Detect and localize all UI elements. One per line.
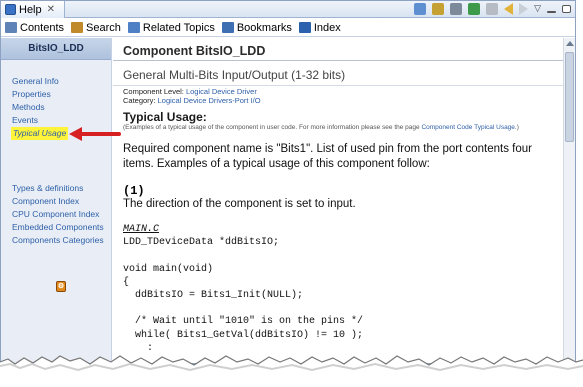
- index-label: Index: [313, 21, 341, 34]
- help-tab[interactable]: Help ✕: [1, 1, 65, 18]
- arrow-head-icon: [69, 127, 82, 141]
- code-line: ddBitsIO = Bits1_Init(NULL);: [123, 290, 304, 302]
- code-line: {: [123, 276, 130, 288]
- code-line: while( Bits1_GetVal(ddBitsIO) != 10 );: [123, 329, 364, 341]
- contents-icon: [5, 22, 17, 33]
- arrow-shaft: [79, 132, 121, 136]
- back-arrow-icon[interactable]: [504, 3, 514, 15]
- index-icon: [298, 22, 311, 33]
- help-tab-label: Help: [19, 3, 42, 16]
- page-title: Component BitsIO_LDD: [123, 44, 266, 58]
- search-label: Search: [86, 21, 121, 34]
- category-link[interactable]: Logical Device Drivers-Port I/O: [158, 96, 261, 105]
- component-category: Category: Logical Device Drivers-Port I/…: [123, 96, 261, 105]
- search-icon: [71, 22, 84, 33]
- subtitle-divider: [113, 85, 565, 86]
- category-label: Category:: [123, 96, 156, 105]
- section-note: (Examples of a typical usage of the comp…: [123, 124, 519, 131]
- contents-link[interactable]: Contents: [5, 22, 64, 34]
- section-note-text: (Examples of a typical usage of the comp…: [123, 124, 422, 131]
- help-content: Component BitsIO_LDD General Multi-Bits …: [113, 38, 565, 363]
- sidebar-item-properties[interactable]: Properties: [12, 88, 68, 101]
- torn-edge: [0, 355, 583, 387]
- code-file-name: MAIN.C: [123, 224, 160, 235]
- edit-icon[interactable]: [486, 3, 499, 15]
- bookmarks-label: Bookmarks: [236, 21, 292, 34]
- sidebar-item-components-categories[interactable]: Components Categories: [12, 234, 104, 247]
- scroll-up-icon[interactable]: [566, 41, 574, 46]
- related-topics-link[interactable]: Related Topics: [127, 21, 215, 34]
- minimize-icon[interactable]: [547, 10, 556, 13]
- forward-arrow-icon[interactable]: [519, 3, 529, 15]
- contents-label: Contents: [20, 21, 65, 34]
- component-badge-icon[interactable]: ⚙: [56, 281, 66, 292]
- sidebar-item-methods[interactable]: Methods: [12, 101, 68, 114]
- component-level: Component Level: Logical Device Driver: [123, 87, 257, 96]
- related-topics-label: Related Topics: [142, 21, 215, 34]
- sidebar-item-types-definitions[interactable]: Types & definitions: [12, 182, 104, 195]
- usage-paragraph: Required component name is "Bits1". List…: [123, 143, 532, 170]
- sidebar-item-component-index[interactable]: Component Index: [12, 195, 104, 208]
- example-number: (1): [123, 184, 145, 198]
- component-level-link[interactable]: Logical Device Driver: [186, 87, 257, 96]
- help-view: Help ✕ ▽ Contents Search Related Topics: [0, 0, 576, 364]
- view-toolbar: ▽: [414, 3, 571, 15]
- sidebar-section-list: General Info Properties Methods Events T…: [11, 75, 69, 140]
- example-description: The direction of the component is set to…: [123, 198, 356, 210]
- close-icon[interactable]: ✕: [47, 4, 55, 15]
- bookmarks-icon: [221, 22, 234, 33]
- related-topics-icon: [127, 22, 140, 33]
- component-sidebar: BitsIO_LDD General Info Properties Metho…: [1, 38, 112, 363]
- settings-icon[interactable]: [432, 3, 445, 15]
- sidebar-index-list: Types & definitions Component Index CPU …: [12, 182, 104, 247]
- scrollbar-thumb[interactable]: [565, 52, 574, 142]
- sidebar-item-general-info[interactable]: General Info: [12, 75, 68, 88]
- view-tab-row: Help ✕ ▽: [1, 1, 575, 18]
- sidebar-item-events[interactable]: Events: [12, 114, 68, 127]
- sync-toc-icon[interactable]: [414, 3, 427, 15]
- code-line: /* Wait until "1010" is on the pins */: [123, 316, 364, 328]
- section-note-end: .): [514, 124, 519, 131]
- vertical-scrollbar[interactable]: [563, 38, 575, 363]
- maximize-icon[interactable]: [562, 5, 571, 13]
- view-menu-icon[interactable]: ▽: [534, 3, 541, 15]
- code-block: MAIN.C LDD_TDeviceData *ddBitsIO; void m…: [123, 223, 363, 355]
- sidebar-item-cpu-component-index[interactable]: CPU Component Index: [12, 208, 104, 221]
- code-line: void main(void): [123, 263, 214, 275]
- section-title: Typical Usage:: [123, 110, 207, 124]
- code-typical-usage-link[interactable]: Component Code Typical Usage: [421, 124, 514, 131]
- index-link[interactable]: Index: [298, 21, 341, 34]
- code-line: LDD_TDeviceData *ddBitsIO;: [123, 237, 280, 249]
- highlight-icon[interactable]: [468, 3, 481, 15]
- sidebar-item-embedded-components[interactable]: Embedded Components: [12, 221, 104, 234]
- help-icon: [5, 4, 16, 15]
- bookmarks-link[interactable]: Bookmarks: [221, 21, 292, 34]
- help-nav-toolbar: Contents Search Related Topics Bookmarks…: [1, 19, 575, 37]
- search-link[interactable]: Search: [71, 22, 121, 34]
- sidebar-header: BitsIO_LDD: [1, 38, 111, 60]
- sidebar-item-typical-usage[interactable]: Typical Usage: [11, 127, 69, 140]
- print-icon[interactable]: [450, 3, 463, 15]
- red-arrow-callout: [69, 127, 121, 141]
- title-divider: [113, 60, 565, 61]
- page-subtitle: General Multi-Bits Input/Output (1-32 bi…: [123, 68, 346, 82]
- component-level-label: Component Level:: [123, 87, 184, 96]
